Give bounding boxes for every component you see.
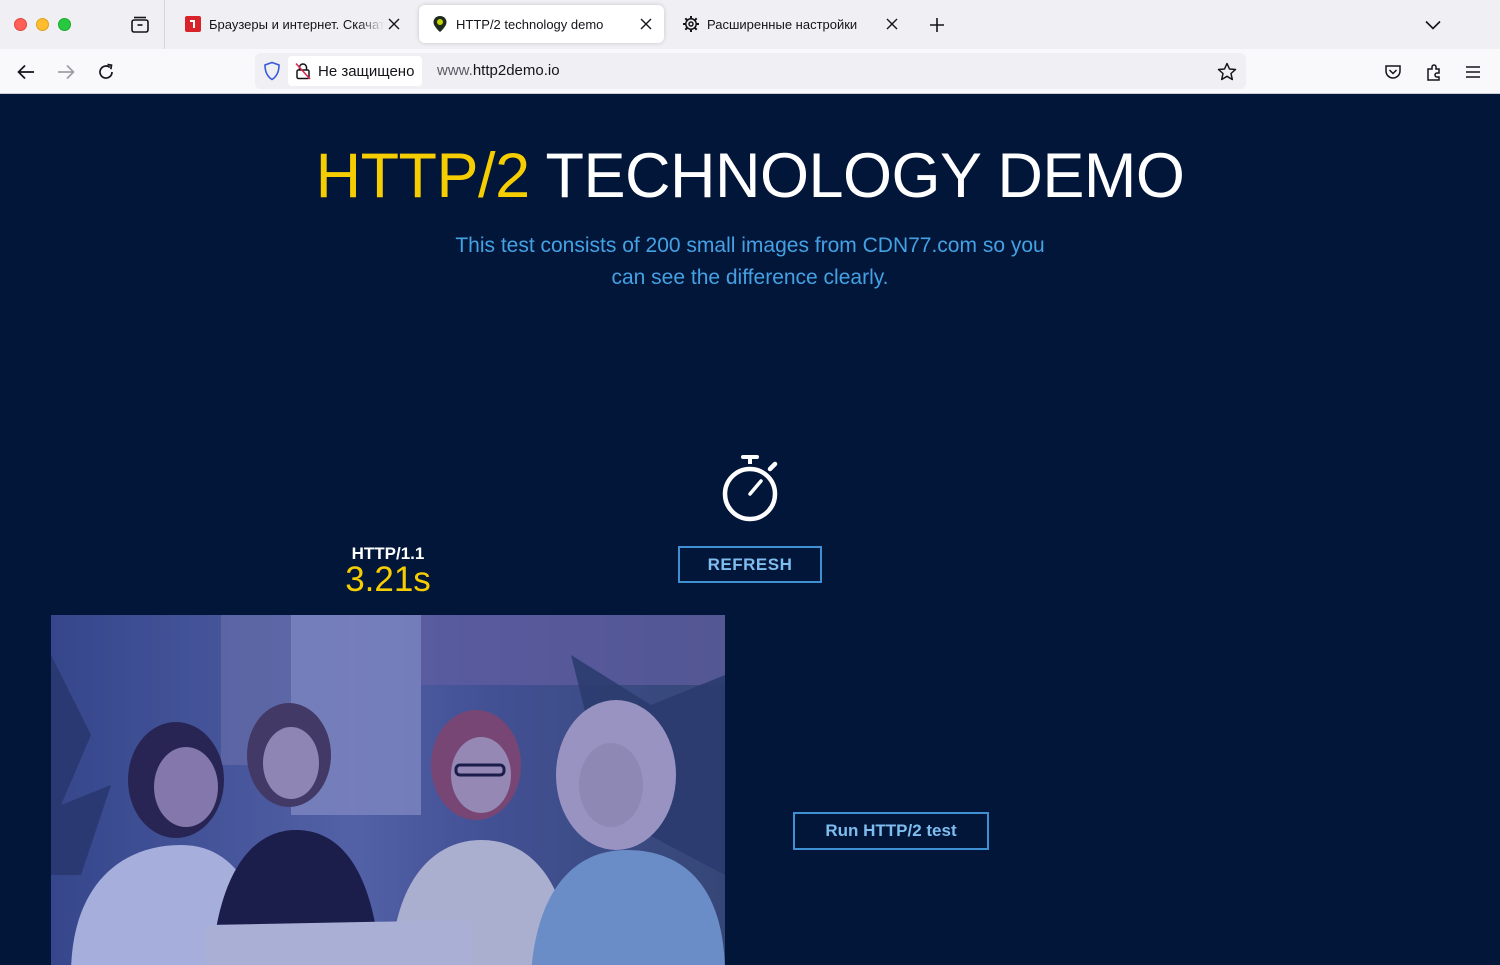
extensions-button[interactable] [1418,56,1450,88]
tab-title: Браузеры и интернет. Скачать [209,16,384,32]
tab-advanced-settings[interactable]: Расширенные настройки [670,5,910,43]
intro-line-2: can see the difference clearly. [611,266,889,289]
forward-button[interactable] [50,56,82,88]
arrow-left-icon [17,64,34,80]
close-icon[interactable] [882,14,902,34]
security-label: Не защищено [318,62,415,80]
close-icon[interactable] [384,14,404,34]
back-button[interactable] [10,56,42,88]
tab-list-button[interactable] [124,10,156,40]
red-site-icon [184,15,202,33]
url-domain: http2demo.io [472,62,560,79]
tray-icon [131,16,149,33]
refresh-button[interactable]: REFRESH [678,546,822,583]
insecure-lock-icon [294,62,312,80]
headline-accent: HTTP/2 [315,141,531,211]
pocket-icon [1385,65,1401,79]
page-title: HTTP/2 TECHNOLOGY DEMO [0,140,1500,212]
tab-divider [164,0,165,49]
arrow-right-icon [58,64,75,80]
bookmark-button[interactable] [1214,58,1240,84]
location-pin-icon [431,15,449,33]
url-text[interactable]: www.http2demo.io [437,62,560,79]
tab-strip: Браузеры и интернет. Скачать HTTP/2 tech… [0,0,1500,49]
headline-rest: TECHNOLOGY DEMO [529,141,1185,211]
tab-browsers[interactable]: Браузеры и интернет. Скачать [172,5,412,43]
reload-icon [99,63,113,79]
tracking-protection-button[interactable] [259,58,285,84]
tab-http2-demo[interactable]: HTTP/2 technology demo [419,5,664,43]
stopwatch-icon [722,455,778,522]
window-zoom-button[interactable] [58,18,71,31]
list-all-tabs-button[interactable] [1418,10,1448,40]
intro-text: This test consists of 200 small images f… [440,230,1060,294]
navigation-toolbar: Не защищено www.http2demo.io [0,49,1500,94]
new-tab-button[interactable] [922,10,952,40]
hamburger-menu-icon [1466,66,1480,78]
window-minimize-button[interactable] [36,18,49,31]
demo-photo [51,615,725,965]
tab-title: HTTP/2 technology demo [456,16,604,32]
pocket-button[interactable] [1377,56,1409,88]
run-http2-test-button[interactable]: Run HTTP/2 test [793,812,989,850]
reload-button[interactable] [90,56,122,88]
close-icon[interactable] [636,14,656,34]
gear-icon [682,15,700,33]
page-content: HTTP/2 TECHNOLOGY DEMO This test consist… [0,94,1500,965]
url-prefix: www. [437,62,473,79]
puzzle-icon [1427,64,1440,81]
address-bar[interactable]: Не защищено www.http2demo.io [255,53,1246,89]
shield-icon [264,61,280,81]
load-time-value: 3.21s [345,560,431,599]
app-menu-button[interactable] [1457,56,1489,88]
plus-icon [930,18,944,32]
star-icon [1217,62,1237,80]
intro-line-1: This test consists of 200 small images f… [455,234,1045,257]
chevron-down-icon [1425,20,1441,30]
site-security-indicator[interactable]: Не защищено [288,56,423,86]
tab-title: Расширенные настройки [707,16,858,32]
window-close-button[interactable] [14,18,27,31]
